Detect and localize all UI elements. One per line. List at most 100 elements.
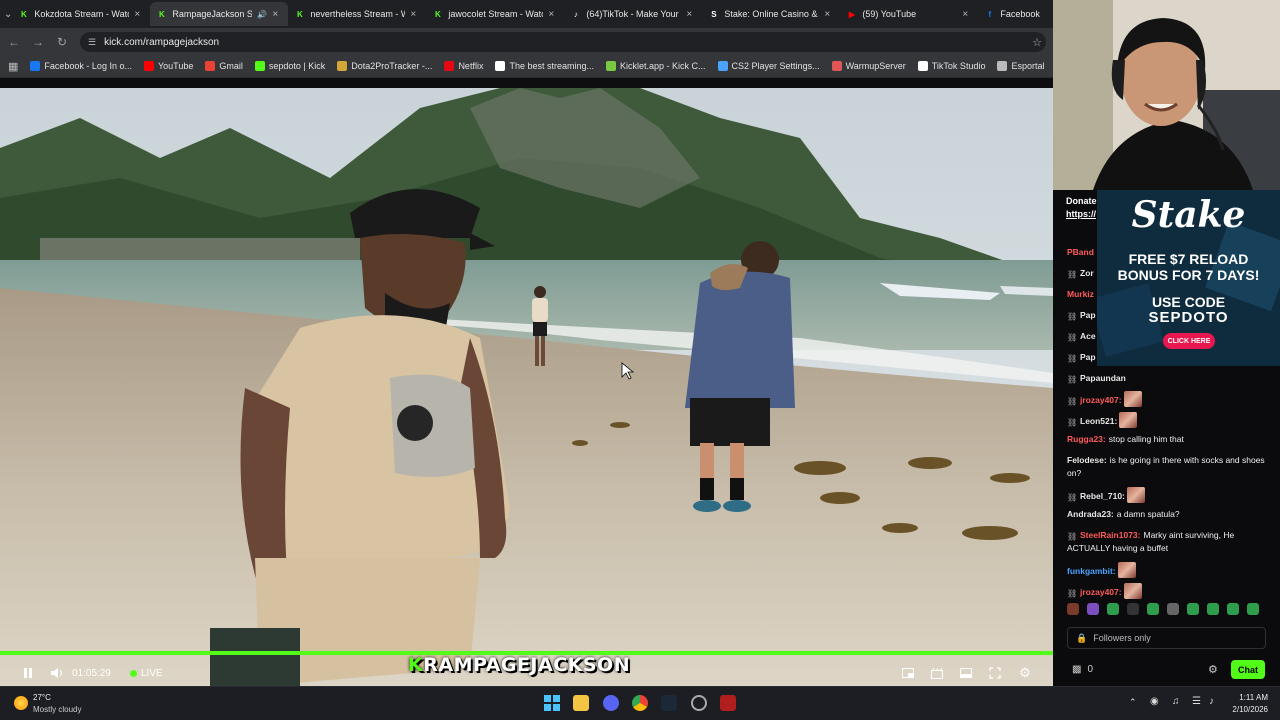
browser-tab[interactable]: Kjawocolet Stream - Watch × [426,2,564,26]
chat-username[interactable]: jrozay407: [1080,587,1122,597]
chat-username[interactable]: SteelRain1073: [1080,530,1140,540]
bookmark-item[interactable]: Netflix [444,61,483,71]
tab-title: RampageJackson Stre [172,9,253,19]
clip-button[interactable] [930,666,944,680]
bookmark-item[interactable]: Esportal [997,61,1045,71]
browser-tab[interactable]: S Stake: Online Casino & Sp × [702,2,840,26]
chat-username[interactable]: Felodese: [1067,455,1107,465]
forward-icon[interactable]: → [30,34,46,50]
tab-audio-icon[interactable]: 🔊 [257,10,267,19]
fullscreen-button[interactable] [988,666,1002,680]
stake-ad-overlay[interactable]: Stake FREE $7 RELOAD BONUS FOR 7 DAYS! U… [1097,190,1280,366]
wifi-icon[interactable]: ☰ [1192,696,1201,707]
game-app-icon[interactable] [720,695,736,711]
clock-time[interactable]: 1:11 AM [1232,693,1268,702]
chat-username[interactable]: Zor [1080,268,1094,278]
browser-tab[interactable]: Knevertheless Stream - Wa × [288,2,426,26]
kick-icon: K [159,9,165,19]
video-player[interactable] [0,88,1053,686]
chat-username[interactable]: Rebel_710: [1080,491,1125,501]
bookmark-item[interactable]: WarmupServer [831,61,906,71]
bookmark-item[interactable]: Gmail [205,61,243,71]
settings-button[interactable]: ⚙ [1018,665,1032,680]
pause-button[interactable] [20,666,36,680]
file-explorer-icon[interactable] [573,695,589,711]
back-icon[interactable]: ← [6,34,22,50]
chrome-icon[interactable] [632,695,648,711]
site-info-icon[interactable]: ☰ [88,37,96,48]
browser-tab[interactable]: ▶ (59) YouTube × [840,2,978,26]
pip-button[interactable] [901,666,915,680]
chat-username[interactable]: Papaundan [1080,373,1126,383]
emote-icon[interactable] [1247,603,1259,615]
steam-icon[interactable] [661,695,677,711]
tab-search-icon[interactable]: ⌄ [4,4,12,24]
donate-label: Donate [1066,196,1097,206]
microphone-icon[interactable]: ♫ [1172,696,1180,707]
volume-icon [51,668,62,678]
viewer-points[interactable]: ▩ 0 [1072,664,1093,675]
close-tab-icon[interactable]: × [272,9,282,20]
chat-username[interactable]: Rugga23: [1067,434,1106,444]
weather-text: Mostly cloudy [33,705,82,714]
bookmark-item[interactable]: sepdoto | Kick [254,61,325,71]
speaker-icon[interactable]: ♪ [1209,696,1214,707]
reload-icon[interactable]: ↻ [54,34,70,50]
chat-username[interactable]: PBand [1067,247,1094,257]
chat-username[interactable]: funkgambit: [1067,566,1116,576]
bookmark-item[interactable]: Kicklet.app - Kick C... [606,61,706,71]
apps-icon[interactable]: ▦ [8,60,18,73]
bookmark-item[interactable]: Dota2ProTracker -... [337,61,432,71]
address-bar[interactable]: ☰ kick.com/rampagejackson ☆ [80,32,1046,52]
browser-tab[interactable]: K Kokzdota Stream - Watch × [12,2,150,26]
chat-settings-icon[interactable]: ⚙ [1208,663,1218,676]
chat-input[interactable]: 🔒 Followers only [1067,627,1266,649]
chat-message: ⛓ Papaundan [1067,372,1277,385]
discord-icon[interactable] [603,695,619,711]
send-chat-button[interactable]: Chat [1231,660,1265,679]
chat-username[interactable]: Murkiz [1067,289,1094,299]
chat-username[interactable]: Leon521: [1080,416,1117,426]
click-here-button[interactable]: CLICK HERE [1163,333,1215,349]
chat-username[interactable]: Pap [1080,352,1096,362]
bookmark-item[interactable]: YouTube [143,61,193,71]
bookmark-favicon-icon [205,61,216,71]
chat-username[interactable]: Andrada23: [1067,509,1114,519]
chat-username[interactable]: Ace [1080,331,1096,341]
emote-icon[interactable] [1167,603,1179,615]
bookmark-star-icon[interactable]: ☆ [1032,36,1042,49]
emote-icon[interactable] [1207,603,1219,615]
emote-icon[interactable] [1107,603,1119,615]
close-tab-icon[interactable]: × [134,9,144,20]
windows-start-icon[interactable] [544,695,560,711]
close-tab-icon[interactable]: × [962,9,972,20]
emote-icon[interactable] [1147,603,1159,615]
chat-username[interactable]: Pap [1080,310,1096,320]
app-icon[interactable] [691,695,707,711]
browser-tab[interactable]: ♪ (64)TikTok - Make Your D × [564,2,702,26]
clock-date[interactable]: 2/10/2026 [1224,705,1268,714]
subscriber-badge-icon: ⛓ [1067,418,1078,427]
donate-link[interactable]: https:// [1066,209,1096,219]
close-tab-icon[interactable]: × [548,9,558,20]
close-tab-icon[interactable]: × [410,9,420,20]
chat-text: stop calling him that [1108,434,1184,444]
bookmark-item[interactable]: Facebook - Log In o... [30,61,132,71]
volume-button[interactable] [49,666,65,680]
chat-username[interactable]: jrozay407: [1080,395,1122,405]
browser-tab[interactable]: K RampageJackson Stre 🔊 × [150,2,289,26]
emote-icon[interactable] [1187,603,1199,615]
bookmark-item[interactable]: CS2 Player Settings... [717,61,820,71]
network-icon[interactable]: ◉ [1150,696,1159,707]
emote-icon[interactable] [1087,603,1099,615]
tab-title: (64)TikTok - Make Your D [586,9,682,19]
close-tab-icon[interactable]: × [824,9,834,20]
emote-icon[interactable] [1127,603,1139,615]
bookmark-item[interactable]: The best streaming... [495,61,594,71]
tray-expand-icon[interactable]: ⌃ [1129,697,1137,708]
close-tab-icon[interactable]: × [686,9,696,20]
bookmark-item[interactable]: TikTok Studio [917,61,985,71]
theater-mode-button[interactable] [959,666,973,680]
emote-icon[interactable] [1067,603,1079,615]
emote-icon[interactable] [1227,603,1239,615]
